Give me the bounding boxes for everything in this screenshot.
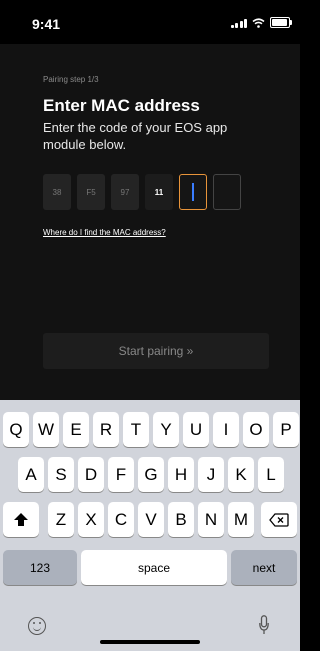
key-g[interactable]: G (138, 457, 164, 492)
key-a[interactable]: A (18, 457, 44, 492)
numbers-key[interactable]: 123 (3, 550, 77, 585)
key-u[interactable]: U (183, 412, 209, 447)
signal-bars-icon (230, 18, 247, 28)
key-b[interactable]: B (168, 502, 194, 537)
key-n[interactable]: N (198, 502, 224, 537)
key-r[interactable]: R (93, 412, 119, 447)
mac-field-2[interactable]: F5 (77, 174, 105, 210)
mac-address-input-row: 38 F5 97 11 (43, 174, 241, 210)
status-icons (230, 17, 292, 28)
space-key[interactable]: space (81, 550, 227, 585)
mac-field-5[interactable] (179, 174, 207, 210)
delete-key[interactable] (261, 502, 297, 537)
shift-key[interactable] (3, 502, 39, 537)
key-f[interactable]: F (108, 457, 134, 492)
shift-icon (14, 512, 28, 526)
key-s[interactable]: S (48, 457, 74, 492)
key-t[interactable]: T (123, 412, 149, 447)
mac-field-4[interactable]: 11 (145, 174, 173, 210)
key-m[interactable]: M (228, 502, 254, 537)
start-pairing-button[interactable]: Start pairing » (43, 333, 269, 369)
key-y[interactable]: Y (153, 412, 179, 447)
key-z[interactable]: Z (48, 502, 74, 537)
wifi-icon (252, 17, 265, 28)
status-time: 9:41 (32, 16, 61, 32)
battery-icon (270, 17, 292, 28)
next-key[interactable]: next (231, 550, 297, 585)
key-l[interactable]: L (258, 457, 284, 492)
pairing-screen: Pairing step 1/3 Enter MAC address Enter… (0, 44, 300, 400)
key-c[interactable]: C (108, 502, 134, 537)
key-h[interactable]: H (168, 457, 194, 492)
emoji-icon[interactable] (28, 617, 46, 635)
mac-field-3[interactable]: 97 (111, 174, 139, 210)
step-label: Pairing step 1/3 (43, 75, 99, 84)
key-o[interactable]: O (243, 412, 269, 447)
microphone-icon[interactable] (259, 615, 269, 635)
mac-field-1[interactable]: 38 (43, 174, 71, 210)
key-v[interactable]: V (138, 502, 164, 537)
key-i[interactable]: I (213, 412, 239, 447)
mac-help-link[interactable]: Where do I find the MAC address? (43, 228, 166, 237)
key-w[interactable]: W (33, 412, 59, 447)
delete-icon (269, 512, 289, 527)
home-indicator (100, 640, 200, 644)
key-k[interactable]: K (228, 457, 254, 492)
status-bar: 9:41 (0, 0, 300, 44)
key-j[interactable]: J (198, 457, 224, 492)
key-q[interactable]: Q (3, 412, 29, 447)
page-subtitle: Enter the code of your EOS app module be… (43, 120, 228, 152)
text-cursor (192, 183, 194, 201)
mac-field-6[interactable] (213, 174, 241, 210)
key-e[interactable]: E (63, 412, 89, 447)
key-x[interactable]: X (78, 502, 104, 537)
key-d[interactable]: D (78, 457, 104, 492)
page-title: Enter MAC address (43, 96, 200, 115)
key-p[interactable]: P (273, 412, 299, 447)
